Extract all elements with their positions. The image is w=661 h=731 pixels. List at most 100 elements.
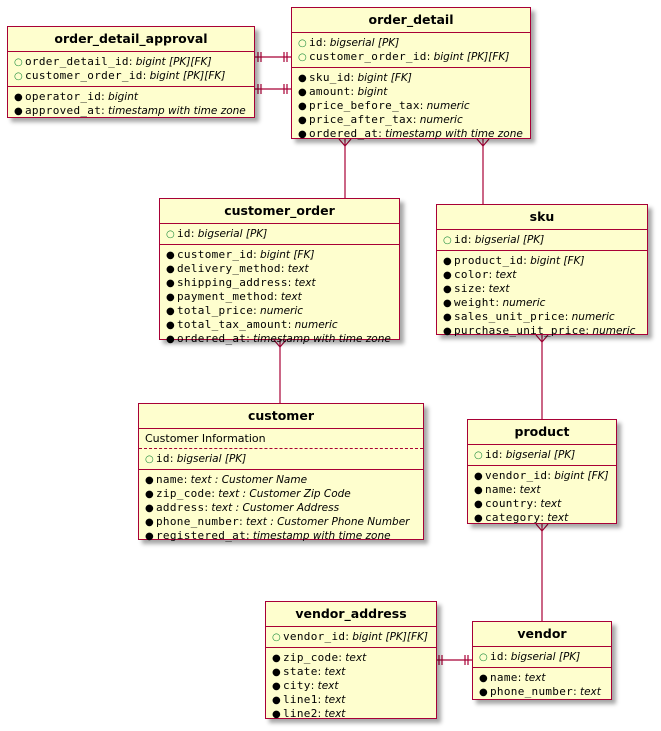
field-name: address: [156, 501, 205, 514]
field-name: zip_code: [283, 651, 339, 664]
attribute-field: ● category: text: [474, 511, 610, 525]
field-type: text: [190, 474, 212, 486]
field-section: ● vendor_id: bigint [FK] ● name: text ● count…: [468, 465, 616, 528]
attribute-field: ● ordered_at: timestamp with time zone: [298, 127, 524, 141]
field-name: weight: [454, 296, 496, 309]
field-comment: : Customer Zip Code: [239, 488, 351, 500]
entity-order-detail[interactable]: order_detail ○ id: bigserial [PK] ○ custome…: [291, 7, 531, 140]
entity-title: vendor_address: [295, 606, 407, 621]
field-type: bigint [FK]: [530, 255, 585, 267]
attribute-field: ● ordered_at: timestamp with time zone: [166, 332, 393, 346]
mandatory-dot-icon: ●: [145, 517, 154, 528]
entity-order-detail-approval[interactable]: order_detail_approval ○ order_detail_id: …: [7, 26, 255, 118]
mandatory-dot-icon: ●: [474, 485, 483, 496]
field-name: zip_code: [156, 487, 212, 500]
mandatory-dot-icon: ●: [14, 106, 23, 117]
mandatory-dot-icon: ●: [14, 92, 23, 103]
field-type: text: [218, 488, 240, 500]
field-section: ● name: text ● phone_number: text: [473, 667, 611, 702]
mandatory-dot-icon: ●: [145, 503, 154, 514]
attribute-field: ● sales_unit_price: numeric: [443, 310, 641, 324]
field-section: ● product_id: bigint [FK] ● color: text ● siz…: [437, 250, 647, 341]
field-section: ● operator_id: bigint ● approved_at: timest…: [8, 86, 254, 121]
mandatory-dot-icon: ●: [145, 531, 154, 542]
field-name: operator_id: [25, 90, 102, 103]
entity-vendor[interactable]: vendor ○ id: bigserial [PK] ● name: text ● p…: [472, 621, 612, 700]
attribute-field: ● state: text: [272, 665, 430, 679]
primary-key-circle-icon: ○: [443, 235, 452, 246]
field-type: bigint [FK]: [260, 249, 315, 261]
field-name: payment_method: [177, 290, 274, 303]
entity-sku[interactable]: sku ○ id: bigserial [PK] ● product_id: big…: [436, 204, 648, 337]
field-type: bigint [FK]: [357, 72, 412, 84]
type-separator: :: [467, 234, 475, 246]
field-name: line2: [283, 707, 318, 720]
mandatory-dot-icon: ●: [474, 499, 483, 510]
attribute-field: ● price_after_tax: numeric: [298, 113, 524, 127]
type-separator: :: [498, 449, 506, 461]
field-section: ● sku_id: bigint [FK] ● amount: bigint ● pric…: [292, 67, 530, 144]
type-separator: :: [101, 105, 109, 117]
mandatory-dot-icon: ●: [166, 306, 175, 317]
field-name: city: [283, 679, 311, 692]
field-name: state: [283, 665, 318, 678]
field-name: category: [485, 511, 541, 524]
field-type: bigint [PK][FK]: [433, 51, 510, 63]
field-section: ● zip_code: text ● state: text ● city: text ● l…: [266, 647, 436, 724]
key-section: ○ vendor_id: bigint [PK][FK]: [266, 626, 436, 647]
primary-key-circle-icon: ○: [298, 52, 307, 63]
field-name: vendor_id: [485, 469, 548, 482]
mandatory-dot-icon: ●: [298, 129, 307, 140]
field-type: text: [495, 269, 517, 281]
attribute-field: ● registered_at: timestamp with time zone: [145, 529, 417, 543]
attribute-field: ● payment_method: text: [166, 290, 393, 304]
field-name: amount: [309, 85, 351, 98]
field-type: text: [488, 283, 510, 295]
mandatory-dot-icon: ●: [166, 320, 175, 331]
field-type: bigint [FK]: [554, 470, 609, 482]
entity-customer-order[interactable]: customer_order ○ id: bigserial [PK] ● cust…: [159, 198, 400, 345]
attribute-field: ● sku_id: bigint [FK]: [298, 71, 524, 85]
mandatory-dot-icon: ●: [166, 278, 175, 289]
entity-vendor-address[interactable]: vendor_address ○ vendor_id: bigint [PK][F…: [265, 601, 437, 720]
mandatory-dot-icon: ●: [443, 298, 452, 309]
type-separator: :: [488, 269, 496, 281]
field-name: customer_order_id: [25, 69, 143, 82]
primary-key-circle-icon: ○: [14, 71, 23, 82]
field-type: bigint [PK][FK]: [135, 56, 212, 68]
attribute-field: ● vendor_id: bigint [FK]: [474, 469, 610, 483]
field-name: phone_number: [156, 515, 240, 528]
relationship-vendor-address-to-vendor: [436, 655, 473, 665]
type-separator: :: [426, 51, 434, 63]
field-type: numeric: [592, 325, 636, 337]
key-field: ○ id: bigserial [PK]: [443, 233, 641, 247]
mandatory-dot-icon: ●: [474, 471, 483, 482]
entity-customer[interactable]: customer Customer Information ○ id: bigse…: [138, 403, 424, 543]
type-separator: :: [253, 305, 261, 317]
attribute-field: ● total_price: numeric: [166, 304, 393, 318]
key-section: ○ id: bigserial [PK] ○ customer_order_id: b…: [292, 32, 530, 67]
field-name: name: [490, 671, 518, 684]
key-section: ○ id: bigserial [PK]: [468, 444, 616, 465]
field-type: bigserial [PK]: [474, 234, 545, 246]
field-type: timestamp with time zone: [108, 105, 246, 117]
type-separator: :: [564, 311, 572, 323]
field-type: numeric: [294, 319, 338, 331]
attribute-field: ● name: text: [479, 671, 605, 685]
key-field: ○ customer_order_id: bigint [PK][FK]: [14, 69, 248, 83]
entity-product[interactable]: product ○ id: bigserial [PK] ● vendor_id: …: [467, 419, 617, 524]
field-comment: : Customer Address: [232, 502, 340, 514]
attribute-field: ● city: text: [272, 679, 430, 693]
attribute-field: ● purchase_unit_price: numeric: [443, 324, 641, 338]
field-name: price_before_tax: [309, 99, 420, 112]
attribute-field: ● shipping_address: text: [166, 276, 393, 290]
field-name: id: [485, 448, 499, 461]
attribute-field: ● price_before_tax: numeric: [298, 99, 524, 113]
field-type: text: [324, 708, 346, 720]
type-separator: :: [239, 516, 246, 528]
field-name: purchase_unit_price: [454, 324, 586, 337]
relationship-product-to-vendor: [535, 523, 549, 621]
field-name: country: [485, 497, 534, 510]
key-section: ○ id: bigserial [PK]: [473, 646, 611, 667]
type-separator: :: [280, 263, 288, 275]
